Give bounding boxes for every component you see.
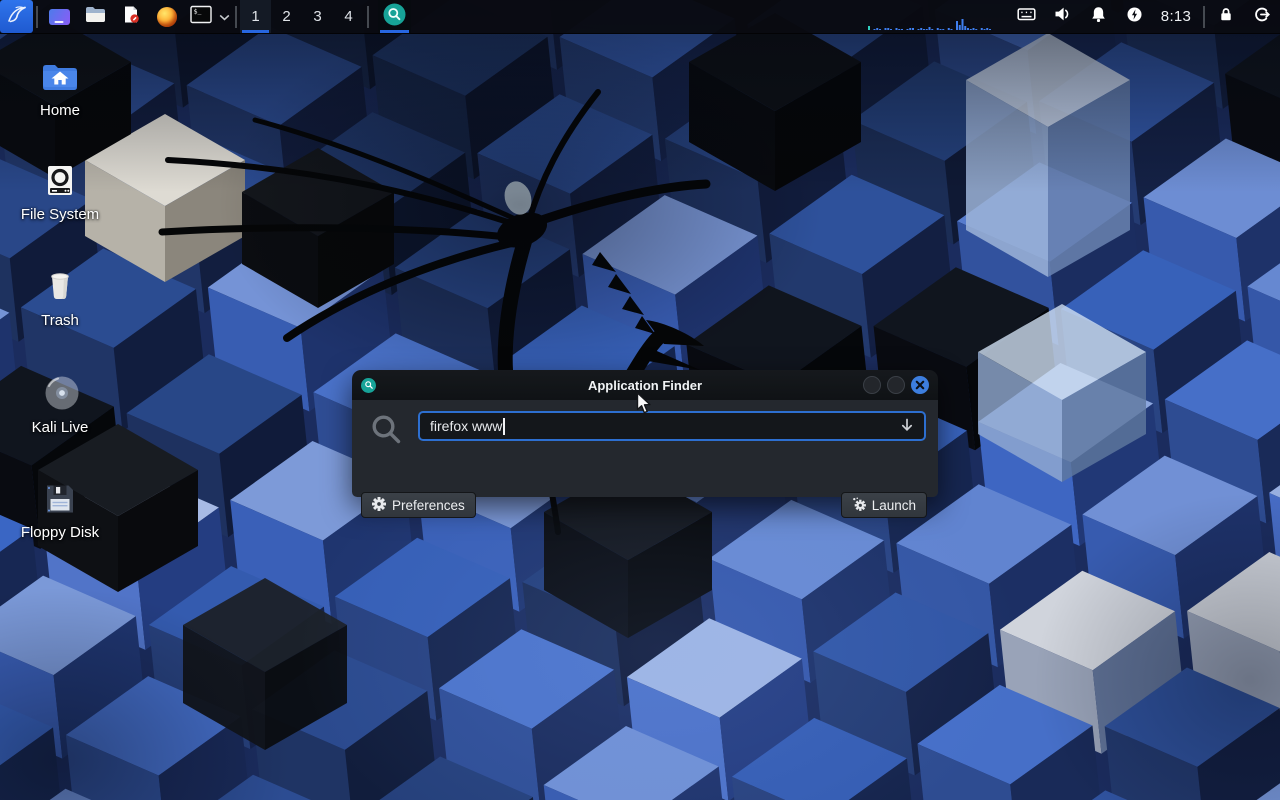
launch-label: Launch xyxy=(872,498,916,513)
maximize-button[interactable] xyxy=(887,376,905,394)
dialog-body: firefox www xyxy=(352,400,938,497)
launcher-file-manager[interactable] xyxy=(77,0,113,33)
workspace-button-2[interactable]: 2 xyxy=(271,0,302,33)
active-indicator xyxy=(380,30,409,33)
workspace-label: 4 xyxy=(344,8,352,25)
desktop-icon-kali-live[interactable]: Kali Live xyxy=(0,374,120,436)
panel-separator xyxy=(1203,6,1205,28)
search-icon xyxy=(383,3,406,31)
logout-arrow-icon xyxy=(1253,6,1271,28)
desktop-icon-label: Kali Live xyxy=(0,419,120,436)
panel-separator xyxy=(367,6,369,28)
close-button[interactable] xyxy=(911,376,929,394)
application-finder-window: Application Finder fire xyxy=(352,370,938,497)
kali-desktop: $_ 1 2 3 4 xyxy=(0,0,1280,800)
home-folder-icon xyxy=(40,57,80,97)
launcher-desktop-settings[interactable] xyxy=(41,0,77,33)
search-input[interactable]: firefox www xyxy=(418,411,926,441)
clock[interactable]: 8:13 xyxy=(1152,8,1200,25)
active-indicator xyxy=(242,30,269,33)
launcher-terminal[interactable]: $_ xyxy=(185,0,217,33)
workspace-label: 3 xyxy=(313,8,321,25)
lock-screen-button[interactable] xyxy=(1208,0,1244,33)
desktop-icon-label: Home xyxy=(0,102,120,119)
power-bolt-icon xyxy=(1126,6,1143,28)
desktop-icon-floppy-disk[interactable]: Floppy Disk xyxy=(0,479,120,541)
keyboard-indicator[interactable] xyxy=(1008,0,1044,33)
launcher-web-browser[interactable] xyxy=(149,0,185,33)
clock-text: 8:13 xyxy=(1161,8,1191,25)
appfinder-panel-button[interactable] xyxy=(378,0,411,33)
volume-control[interactable] xyxy=(1044,0,1080,33)
launcher-text-editor[interactable] xyxy=(113,0,149,33)
search-input-value: firefox www xyxy=(430,418,502,434)
search-icon xyxy=(370,413,402,450)
notifications[interactable] xyxy=(1080,0,1116,33)
text-caret xyxy=(503,418,505,435)
close-icon xyxy=(915,380,925,390)
trash-can-icon xyxy=(40,267,80,307)
log-out-button[interactable] xyxy=(1244,0,1280,33)
folder-icon xyxy=(85,5,106,28)
desktop-gradient-icon xyxy=(49,9,70,25)
floppy-disk-icon xyxy=(40,479,80,519)
cpu-history-graph[interactable] xyxy=(868,0,992,33)
terminal-dropdown-button[interactable] xyxy=(217,0,232,33)
workspace-label: 1 xyxy=(251,8,259,25)
svg-text:$_: $_ xyxy=(194,7,202,15)
workspace-button-3[interactable]: 3 xyxy=(302,0,333,33)
desktop-icon-file-system[interactable]: File System xyxy=(0,161,120,223)
chevron-down-icon xyxy=(219,8,230,26)
top-panel: $_ 1 2 3 4 xyxy=(0,0,1280,34)
run-gear-icon xyxy=(852,497,866,514)
kali-dragon-icon xyxy=(5,2,29,31)
desktop-icon-label: Floppy Disk xyxy=(0,524,120,541)
desktop-icon-trash[interactable]: Trash xyxy=(0,267,120,329)
power-manager[interactable] xyxy=(1116,0,1152,33)
preferences-label: Preferences xyxy=(392,498,465,513)
preferences-button[interactable]: Preferences xyxy=(361,492,476,518)
firefox-icon xyxy=(157,7,177,27)
appfinder-window-icon xyxy=(361,378,376,393)
panel-separator xyxy=(36,6,38,28)
bell-icon xyxy=(1090,6,1107,28)
desktop-icon-label: Trash xyxy=(0,312,120,329)
minimize-button[interactable] xyxy=(863,376,881,394)
dropdown-arrow-icon[interactable] xyxy=(900,418,914,435)
workspace-button-1[interactable]: 1 xyxy=(240,0,271,33)
window-title: Application Finder xyxy=(352,378,938,393)
desktop-icon-label: File System xyxy=(0,206,120,223)
hard-disk-icon xyxy=(40,161,80,201)
launch-button[interactable]: Launch xyxy=(841,492,927,518)
padlock-icon xyxy=(1218,6,1234,28)
speaker-icon xyxy=(1054,6,1071,27)
applications-menu-button[interactable] xyxy=(0,0,33,33)
document-edit-icon xyxy=(122,5,140,29)
optical-disc-icon xyxy=(40,374,80,414)
titlebar[interactable]: Application Finder xyxy=(352,370,938,400)
terminal-icon: $_ xyxy=(190,5,212,29)
gear-icon xyxy=(372,497,386,514)
keyboard-icon xyxy=(1017,6,1036,27)
panel-separator xyxy=(235,6,237,28)
workspace-button-4[interactable]: 4 xyxy=(333,0,364,33)
desktop-icon-home[interactable]: Home xyxy=(0,57,120,119)
workspace-label: 2 xyxy=(282,8,290,25)
